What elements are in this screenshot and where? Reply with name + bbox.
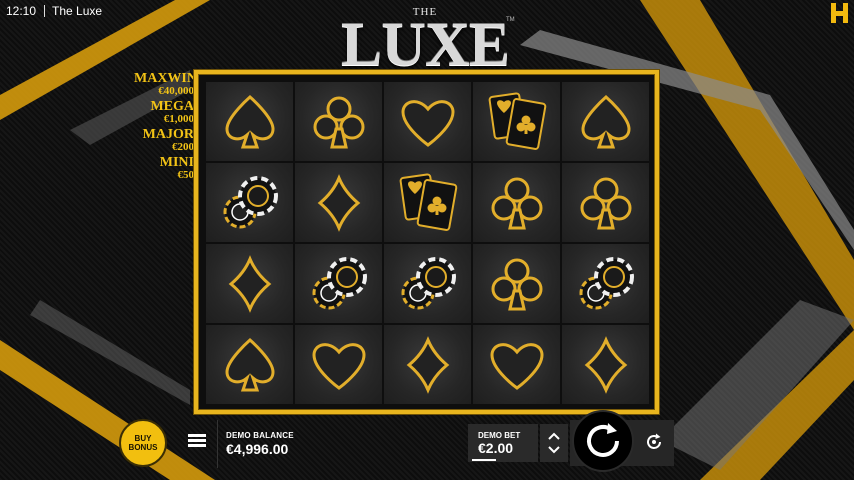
reel-frame (194, 70, 659, 414)
club-symbol-icon (491, 177, 542, 229)
reel-cell (384, 163, 471, 242)
autoplay-icon[interactable] (644, 432, 664, 452)
reel-cell (295, 325, 382, 404)
reel-cell (206, 325, 293, 404)
bet-level-bar (472, 459, 496, 461)
balance-value: €4,996.00 (226, 441, 289, 457)
reel-cell (562, 82, 649, 161)
diamond-symbol-icon (317, 173, 360, 232)
logo-tm: TM (506, 17, 515, 23)
heart-symbol-icon (400, 99, 455, 147)
menu-icon[interactable] (188, 434, 206, 448)
reel-cell (473, 325, 560, 404)
buy-bonus-button[interactable]: BUY BONUS (119, 419, 167, 467)
reel-cell (384, 244, 471, 323)
jackpot-mega: MEGA €1,000 (134, 99, 194, 125)
reel-cell (295, 163, 382, 242)
reel-cell (384, 82, 471, 161)
reel-cell (473, 82, 560, 161)
game-title: The Luxe (52, 4, 103, 18)
chips-symbol-icon (312, 256, 367, 309)
reel-cell (295, 82, 382, 161)
clock: 12:10 (6, 4, 37, 18)
reel-cell (206, 244, 293, 323)
spade-symbol-icon (580, 94, 631, 148)
jackpot-major: MAJOR €200 (134, 127, 194, 153)
divider (217, 420, 218, 468)
jackpot-name: MINI (159, 155, 194, 170)
jackpot-maxwin: MAXWIN €40,000 (134, 71, 197, 97)
bet-value: €2.00 (478, 440, 514, 456)
jackpot-value: €200 (172, 141, 194, 153)
reel-grid (206, 82, 649, 404)
game-logo: THE LUXE TM (330, 4, 520, 79)
spin-button[interactable] (572, 410, 634, 472)
spade-symbol-icon (224, 94, 275, 148)
spade-symbol-icon (224, 337, 275, 391)
bet-label: DEMO BET (478, 431, 521, 440)
reel-cell (295, 244, 382, 323)
reel-cell (206, 163, 293, 242)
heart-symbol-icon (311, 342, 366, 390)
club-symbol-icon (491, 258, 542, 310)
diamond-symbol-icon (406, 335, 449, 394)
jackpot-name: MAXWIN (134, 71, 197, 86)
brand-logo-icon (831, 3, 848, 23)
jackpot-value: €40,000 (158, 85, 194, 97)
jackpot-name: MAJOR (142, 127, 194, 142)
reel-cell (562, 325, 649, 404)
balance-label: DEMO BALANCE (226, 431, 294, 440)
divider (44, 5, 46, 17)
reel-cell (562, 244, 649, 323)
chips-symbol-icon (223, 175, 278, 228)
club-symbol-icon (313, 96, 364, 148)
bet-adjust (540, 424, 568, 462)
reel-cell (206, 82, 293, 161)
diamond-symbol-icon (228, 254, 271, 313)
reel-cell (562, 163, 649, 242)
chips-symbol-icon (579, 256, 634, 309)
cards-symbol-icon (488, 92, 546, 150)
club-symbol-icon (580, 177, 631, 229)
cards-symbol-icon (399, 173, 457, 231)
spin-icon (587, 423, 619, 457)
reel-cell (473, 244, 560, 323)
chips-symbol-icon (401, 256, 456, 309)
bet-decrease-icon[interactable] (547, 445, 561, 455)
bet-increase-icon[interactable] (547, 431, 561, 441)
jackpot-list: MAXWIN €40,000 MEGA €1,000 MAJOR €200 MI… (134, 71, 197, 183)
jackpot-name: MEGA (150, 99, 194, 114)
jackpot-value: €50 (177, 169, 195, 181)
buy-bonus-label-2: BONUS (128, 443, 158, 452)
jackpot-value: €1,000 (163, 113, 194, 125)
heart-symbol-icon (489, 342, 544, 390)
diamond-symbol-icon (584, 335, 627, 394)
reel-cell (384, 325, 471, 404)
buy-bonus-label-1: BUY (134, 434, 152, 443)
reel-cell (473, 163, 560, 242)
jackpot-mini: MINI €50 (134, 155, 194, 181)
